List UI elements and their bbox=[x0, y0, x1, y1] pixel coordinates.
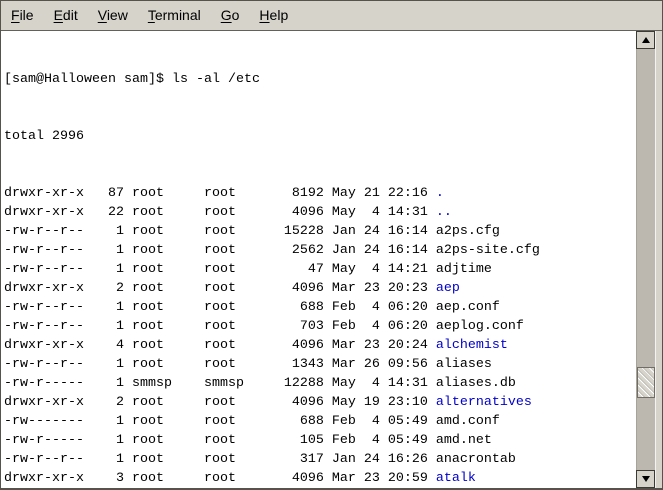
file-name: aeplog.conf bbox=[436, 319, 524, 334]
file-name: atalk bbox=[436, 471, 476, 486]
file-row: -rw-r--r-- 1 root root 688 Feb 4 06:20 a… bbox=[4, 298, 636, 317]
total-line: total 2996 bbox=[4, 127, 636, 146]
file-name: a2ps-site.cfg bbox=[436, 243, 540, 258]
file-row: -rw-r--r-- 1 root root 47 May 4 14:21 ad… bbox=[4, 260, 636, 279]
file-name: .. bbox=[436, 205, 452, 220]
file-name: aliases bbox=[436, 357, 492, 372]
prompt-line: [sam@Halloween sam]$ls -al /etc bbox=[4, 70, 636, 89]
menu-item-terminal[interactable]: Terminal bbox=[138, 1, 211, 30]
file-attributes: drwxr-xr-x 2 root root 4096 May 19 23:10 bbox=[4, 395, 436, 410]
terminal-output[interactable]: [sam@Halloween sam]$ls -al /etc total 29… bbox=[1, 31, 636, 488]
shell-command: ls -al /etc bbox=[164, 72, 260, 87]
file-row: -rw-r--r-- 1 root root 1343 Mar 26 09:56… bbox=[4, 355, 636, 374]
file-name: aep.conf bbox=[436, 300, 500, 315]
file-name: aliases.db bbox=[436, 376, 516, 391]
file-name: amd.net bbox=[436, 433, 492, 448]
menu-item-help[interactable]: Help bbox=[249, 1, 298, 30]
file-attributes: -rw-r--r-- 1 root root 1343 Mar 26 09:56 bbox=[4, 357, 436, 372]
file-name: a2ps.cfg bbox=[436, 224, 500, 239]
file-list: drwxr-xr-x 87 root root 8192 May 21 22:1… bbox=[4, 184, 636, 488]
file-attributes: drwxr-xr-x 3 root root 4096 Mar 23 20:59 bbox=[4, 471, 436, 486]
scroll-down-button[interactable] bbox=[636, 470, 655, 488]
menu-mnemonic: H bbox=[259, 7, 269, 23]
file-attributes: -rw-r--r-- 1 root root 703 Feb 4 06:20 bbox=[4, 319, 436, 334]
file-attributes: drwxr-xr-x 22 root root 4096 May 4 14:31 bbox=[4, 205, 436, 220]
file-row: drwxr-xr-x 2 root root 4096 Mar 23 20:23… bbox=[4, 279, 636, 298]
file-row: drwxr-xr-x 4 root root 4096 Mar 23 20:24… bbox=[4, 336, 636, 355]
triangle-down-icon bbox=[642, 476, 650, 482]
menu-mnemonic: G bbox=[221, 7, 232, 23]
menu-mnemonic: E bbox=[54, 7, 63, 23]
triangle-up-icon bbox=[642, 37, 650, 43]
file-row: drwxr-xr-x 2 root root 4096 May 19 23:10… bbox=[4, 393, 636, 412]
file-attributes: -rw-r--r-- 1 root root 317 Jan 24 16:26 bbox=[4, 452, 436, 467]
file-row: -rw-r----- 1 smmsp smmsp 12288 May 4 14:… bbox=[4, 374, 636, 393]
file-name: alternatives bbox=[436, 395, 532, 410]
scrollbar bbox=[636, 31, 655, 488]
menu-mnemonic: F bbox=[11, 7, 20, 23]
menu-item-view[interactable]: View bbox=[88, 1, 138, 30]
file-name: anacrontab bbox=[436, 452, 516, 467]
file-row: drwxr-xr-x 22 root root 4096 May 4 14:31… bbox=[4, 203, 636, 222]
file-row: drwxr-xr-x 87 root root 8192 May 21 22:1… bbox=[4, 184, 636, 203]
scrollbar-trough[interactable] bbox=[636, 49, 655, 470]
file-attributes: -rw-r--r-- 1 root root 2562 Jan 24 16:14 bbox=[4, 243, 436, 258]
menu-item-edit[interactable]: Edit bbox=[44, 1, 88, 30]
file-attributes: drwxr-xr-x 4 root root 4096 Mar 23 20:24 bbox=[4, 338, 436, 353]
file-row: -rw-r--r-- 1 root root 317 Jan 24 16:26 … bbox=[4, 450, 636, 469]
file-row: drwxr-xr-x 3 root root 4096 Mar 23 20:59… bbox=[4, 469, 636, 488]
file-row: -rw-r--r-- 1 root root 2562 Jan 24 16:14… bbox=[4, 241, 636, 260]
file-row: -rw-r--r-- 1 root root 703 Feb 4 06:20 a… bbox=[4, 317, 636, 336]
scrollbar-thumb[interactable] bbox=[637, 367, 655, 398]
menu-item-file[interactable]: File bbox=[1, 1, 44, 30]
window-right-edge bbox=[655, 31, 662, 488]
shell-prompt: [sam@Halloween sam]$ bbox=[4, 72, 164, 87]
menu-bar: FileEditViewTerminalGoHelp bbox=[1, 1, 662, 31]
file-name: alchemist bbox=[436, 338, 508, 353]
file-attributes: -rw-r----- 1 smmsp smmsp 12288 May 4 14:… bbox=[4, 376, 436, 391]
file-attributes: drwxr-xr-x 2 root root 4096 Mar 23 20:23 bbox=[4, 281, 436, 296]
menu-mnemonic: T bbox=[148, 7, 155, 23]
file-attributes: -rw-r----- 1 root root 105 Feb 4 05:49 bbox=[4, 433, 436, 448]
file-name: amd.conf bbox=[436, 414, 500, 429]
file-row: -rw-r----- 1 root root 105 Feb 4 05:49 a… bbox=[4, 431, 636, 450]
file-attributes: -rw-r--r-- 1 root root 47 May 4 14:21 bbox=[4, 262, 436, 277]
file-attributes: drwxr-xr-x 87 root root 8192 May 21 22:1… bbox=[4, 186, 436, 201]
file-row: -rw-r--r-- 1 root root 15228 Jan 24 16:1… bbox=[4, 222, 636, 241]
scroll-up-button[interactable] bbox=[636, 31, 655, 49]
file-name: adjtime bbox=[436, 262, 492, 277]
file-attributes: -rw-r--r-- 1 root root 15228 Jan 24 16:1… bbox=[4, 224, 436, 239]
window-content: [sam@Halloween sam]$ls -al /etc total 29… bbox=[1, 31, 662, 488]
file-name: aep bbox=[436, 281, 460, 296]
file-attributes: -rw------- 1 root root 688 Feb 4 05:49 bbox=[4, 414, 436, 429]
menu-item-go[interactable]: Go bbox=[211, 1, 250, 30]
file-name: . bbox=[436, 186, 444, 201]
menu-mnemonic: V bbox=[98, 7, 107, 23]
file-attributes: -rw-r--r-- 1 root root 688 Feb 4 06:20 bbox=[4, 300, 436, 315]
file-row: -rw------- 1 root root 688 Feb 4 05:49 a… bbox=[4, 412, 636, 431]
terminal-window: FileEditViewTerminalGoHelp [sam@Hallowee… bbox=[0, 0, 663, 490]
